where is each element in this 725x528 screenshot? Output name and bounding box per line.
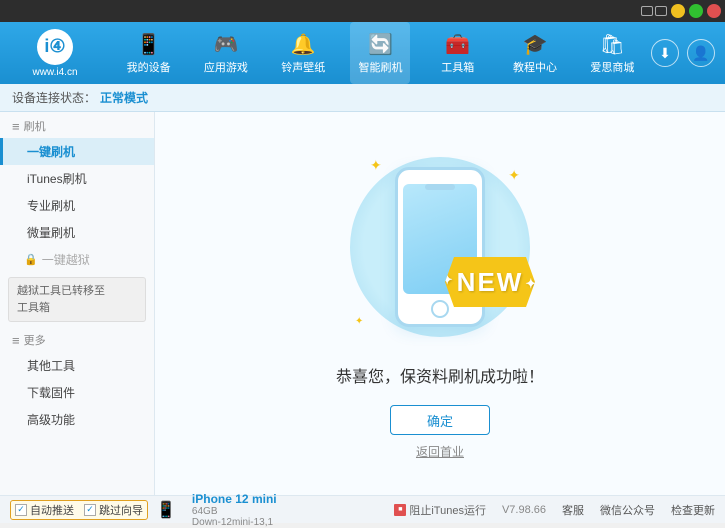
stop-itunes-label: 阻止iTunes运行: [409, 502, 486, 518]
skip-wizard-checkbox-box[interactable]: ✓: [84, 504, 96, 516]
stop-itunes-button[interactable]: ■ 阻止iTunes运行: [394, 502, 486, 518]
save-flash-label: 微量刷机: [27, 226, 75, 240]
wechat-link[interactable]: 微信公众号: [600, 502, 655, 518]
lock-icon: 🔒: [24, 253, 38, 266]
logo-url: www.i4.cn: [32, 67, 77, 78]
success-text: 恭喜您，保资料刷机成功啦！: [336, 363, 544, 387]
customer-service-link[interactable]: 客服: [562, 502, 584, 518]
skip-wizard-label: 跳过向导: [99, 502, 143, 518]
auto-push-label: 自动推送: [30, 502, 74, 518]
sidebar-item-advanced[interactable]: 高级功能: [0, 406, 154, 433]
nav-smart-flash-label: 智能刷机: [358, 59, 402, 75]
status-label: 设备连接状态：: [12, 89, 96, 106]
new-ribbon-text: ✦ NEW ✦: [445, 257, 535, 307]
header-right: ⬇ 👤: [651, 39, 725, 67]
advanced-label: 高级功能: [27, 413, 75, 427]
download-button[interactable]: ⬇: [651, 39, 679, 67]
more-section-icon: ≡: [12, 333, 20, 348]
toolbox-icon: 🧰: [445, 32, 470, 57]
device-name: iPhone 12 mini: [192, 492, 277, 506]
nav-bar: 📱 我的设备 🎮 应用游戏 🔔 铃声壁纸 🔄 智能刷机 🧰 工具箱 🎓 教程中心…: [110, 22, 651, 84]
nav-imore[interactable]: 🛍 爱思商城: [582, 22, 642, 84]
confirm-button[interactable]: 确定: [390, 405, 490, 435]
nav-toolbox-label: 工具箱: [441, 59, 474, 75]
titlebar: ─ □ ✕: [0, 0, 725, 22]
jailbreak-label: 一键越狱: [42, 251, 90, 268]
window-restore2-icon[interactable]: [655, 6, 667, 16]
other-tools-label: 其他工具: [27, 359, 75, 373]
nav-tutorial-label: 教程中心: [513, 59, 557, 75]
check-update-link[interactable]: 检查更新: [671, 502, 715, 518]
nav-smart-flash[interactable]: 🔄 智能刷机: [350, 22, 410, 84]
flash-section-title: ≡ 刷机: [0, 112, 154, 138]
imore-icon: 🛍: [600, 32, 625, 57]
skip-wizard-checkbox[interactable]: ✓ 跳过向导: [84, 502, 143, 518]
main-layout: ≡ 刷机 一键刷机 iTunes刷机 专业刷机 微量刷机 🔒 一键越狱 越狱工具…: [0, 112, 725, 495]
flash-section-label: 刷机: [24, 118, 46, 134]
sidebar-item-save-flash[interactable]: 微量刷机: [0, 219, 154, 246]
more-section-label: 更多: [24, 332, 46, 348]
bottom-left: ✓ 自动推送 ✓ 跳过向导 📱 iPhone 12 mini 64GB Down…: [10, 492, 394, 528]
nav-imore-label: 爱思商城: [590, 59, 634, 75]
sidebar-item-one-key-flash[interactable]: 一键刷机: [0, 138, 154, 165]
flash-section-icon: ≡: [12, 119, 20, 134]
device-model: Down-12mini-13,1: [192, 517, 277, 528]
sparkle-bottom-left: ✦: [355, 316, 363, 327]
smart-flash-icon: 🔄: [368, 32, 393, 57]
bottom-bar: ✓ 自动推送 ✓ 跳过向导 📱 iPhone 12 mini 64GB Down…: [0, 495, 725, 523]
new-banner: ✦ NEW ✦: [445, 257, 535, 317]
phone-notch: [425, 184, 455, 190]
user-button[interactable]: 👤: [687, 39, 715, 67]
device-info: iPhone 12 mini 64GB Down-12mini-13,1: [192, 492, 277, 528]
window-restore-icon[interactable]: [641, 6, 653, 16]
sidebar-item-pro-flash[interactable]: 专业刷机: [0, 192, 154, 219]
bottom-right: ■ 阻止iTunes运行 V7.98.66 客服 微信公众号 检查更新: [394, 502, 715, 518]
pro-flash-label: 专业刷机: [27, 199, 75, 213]
sidebar-item-other-tools[interactable]: 其他工具: [0, 352, 154, 379]
one-key-flash-label: 一键刷机: [27, 145, 75, 159]
back-link[interactable]: 返回首业: [416, 443, 464, 460]
sparkle-top-left: ✦: [370, 157, 382, 174]
status-value: 正常模式: [100, 89, 148, 106]
status-bar: 设备连接状态： 正常模式: [0, 84, 725, 112]
download-firmware-label: 下载固件: [27, 386, 75, 400]
version-label: V7.98.66: [502, 504, 546, 516]
logo-area: i④ www.i4.cn: [0, 29, 110, 78]
nav-app-games-label: 应用游戏: [204, 59, 248, 75]
device-storage: 64GB: [192, 506, 277, 517]
checkbox-group: ✓ 自动推送 ✓ 跳过向导: [10, 500, 148, 520]
logo-icon: i④: [37, 29, 73, 65]
close-button[interactable]: ✕: [707, 4, 721, 18]
minimize-button[interactable]: ─: [671, 4, 685, 18]
success-illustration: ✦ NEW ✦ ✦ ✦ ✦: [340, 147, 540, 347]
sidebar-item-jailbreak: 🔒 一键越狱: [0, 246, 154, 273]
sparkle-top-right: ✦: [508, 167, 520, 184]
jailbreak-note: 越狱工具已转移至工具箱: [8, 277, 146, 322]
jailbreak-note-text: 越狱工具已转移至工具箱: [17, 285, 105, 314]
sidebar-item-itunes-flash[interactable]: iTunes刷机: [0, 165, 154, 192]
nav-app-games[interactable]: 🎮 应用游戏: [196, 22, 256, 84]
new-label: NEW: [457, 267, 524, 298]
ringtones-icon: 🔔: [291, 32, 316, 57]
app-games-icon: 🎮: [213, 32, 238, 57]
sidebar-item-download-firmware[interactable]: 下载固件: [0, 379, 154, 406]
nav-ringtones-label: 铃声壁纸: [281, 59, 325, 75]
itunes-flash-label: iTunes刷机: [27, 172, 87, 186]
device-icon: 📱: [156, 500, 176, 520]
nav-ringtones[interactable]: 🔔 铃声壁纸: [273, 22, 333, 84]
nav-my-device[interactable]: 📱 我的设备: [119, 22, 179, 84]
nav-toolbox[interactable]: 🧰 工具箱: [428, 22, 488, 84]
nav-tutorial[interactable]: 🎓 教程中心: [505, 22, 565, 84]
tutorial-icon: 🎓: [523, 32, 548, 57]
content-area: ✦ NEW ✦ ✦ ✦ ✦ 恭喜您，保资料刷机成功啦！ 确定 返回首业: [155, 112, 725, 495]
header: i④ www.i4.cn 📱 我的设备 🎮 应用游戏 🔔 铃声壁纸 🔄 智能刷机…: [0, 22, 725, 84]
auto-push-checkbox[interactable]: ✓ 自动推送: [15, 502, 74, 518]
my-device-icon: 📱: [136, 32, 161, 57]
auto-push-checkbox-box[interactable]: ✓: [15, 504, 27, 516]
sidebar: ≡ 刷机 一键刷机 iTunes刷机 专业刷机 微量刷机 🔒 一键越狱 越狱工具…: [0, 112, 155, 495]
maximize-button[interactable]: □: [689, 4, 703, 18]
stop-icon: ■: [394, 504, 406, 516]
more-section-title: ≡ 更多: [0, 326, 154, 352]
nav-my-device-label: 我的设备: [127, 59, 171, 75]
